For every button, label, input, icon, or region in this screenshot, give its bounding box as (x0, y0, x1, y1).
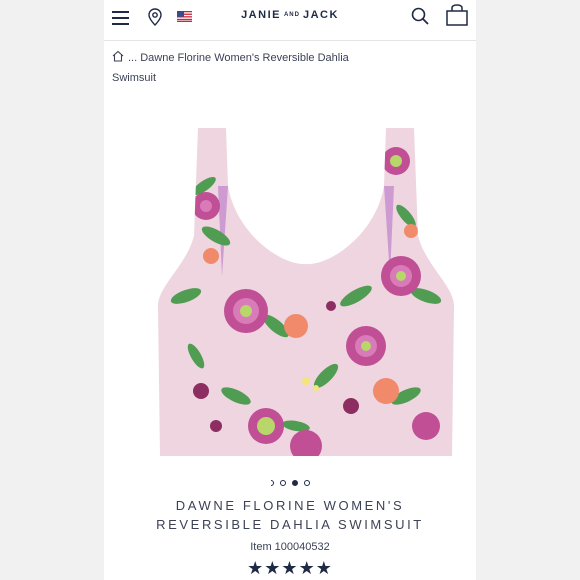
carousel-dots[interactable] (104, 474, 476, 492)
carousel-dot[interactable] (279, 479, 286, 486)
brand-word-2: JACK (302, 9, 339, 21)
brand-word-1: JANIE (241, 9, 281, 21)
rating-stars[interactable]: ★★★★★ (104, 558, 476, 579)
product-image[interactable] (156, 126, 456, 456)
carousel-dot-partial[interactable] (270, 479, 274, 486)
home-icon[interactable] (112, 50, 124, 62)
breadcrumb-text[interactable]: ... Dawne Florine Women's Reversible Dah… (112, 52, 349, 84)
carousel-dot[interactable] (303, 479, 310, 486)
brand-word-and: AND (283, 12, 300, 18)
product-title: Dawne Florine Women's Reversible Dahlia … (156, 498, 424, 532)
item-number: Item 100040532 (250, 541, 330, 553)
carousel-dot-active[interactable] (291, 479, 298, 486)
breadcrumb[interactable]: ... Dawne Florine Women's Reversible Dah… (112, 48, 392, 88)
header-bar: JANIE AND JACK (104, 0, 476, 41)
search-icon[interactable] (411, 7, 429, 25)
product-page: JANIE AND JACK ... Dawne Florine Women's R… (104, 0, 476, 580)
shopping-bag-icon[interactable] (446, 4, 468, 26)
